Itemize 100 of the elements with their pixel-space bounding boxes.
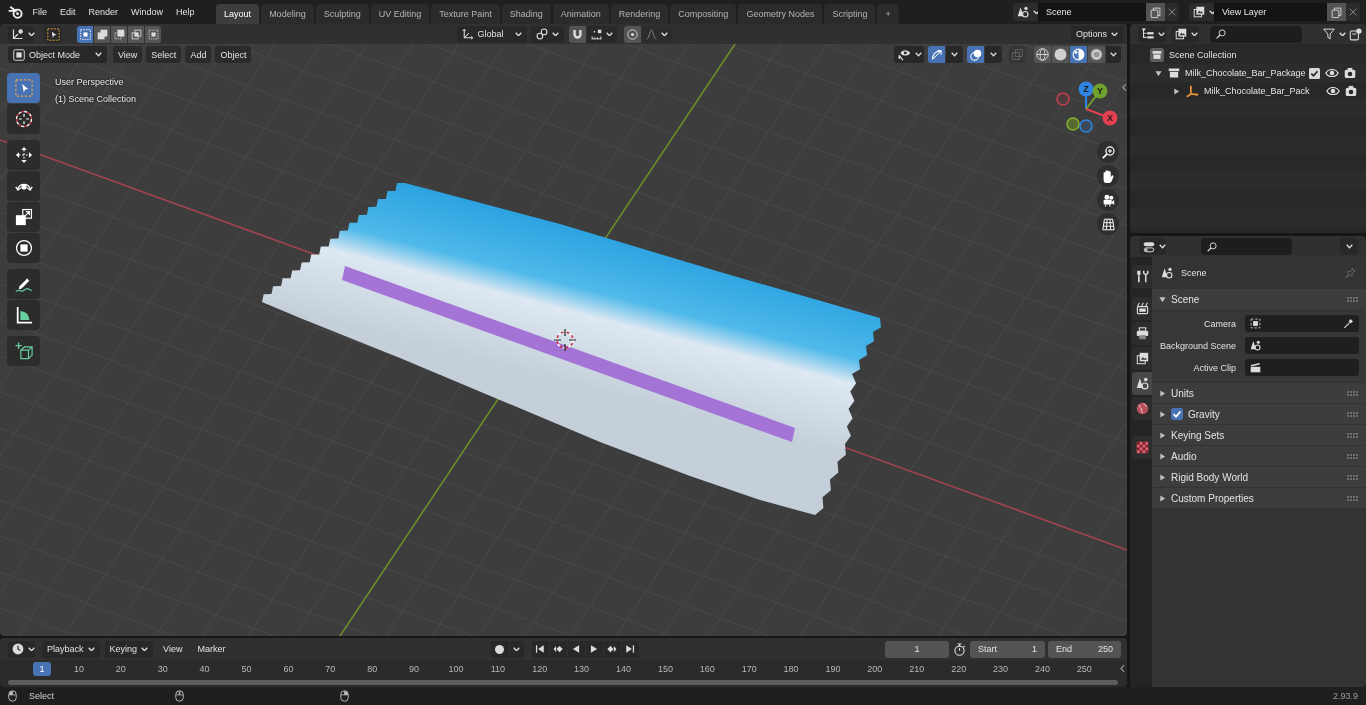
menu-dropdown[interactable]: Keying (104, 640, 154, 658)
play-button[interactable] (585, 640, 603, 658)
output-tab[interactable] (1132, 322, 1152, 345)
disclosure-triangle-icon[interactable] (1172, 87, 1180, 95)
falloff-dropdown[interactable] (641, 25, 672, 43)
scene-tab[interactable] (1132, 372, 1152, 395)
eye-icon[interactable] (1325, 68, 1339, 78)
checkbox[interactable] (1171, 408, 1183, 420)
gizmo-dropdown[interactable] (946, 46, 963, 63)
panel-header[interactable]: Rigid Body World (1152, 467, 1366, 487)
jump-to-start-button[interactable] (531, 640, 549, 658)
scene-browse-dropdown[interactable] (1013, 3, 1038, 21)
options-dropdown[interactable]: Options (1070, 25, 1123, 43)
remove-scene-button[interactable] (1165, 3, 1179, 21)
menu-item[interactable]: Help (169, 4, 202, 20)
negative-x-handle[interactable] (1056, 92, 1070, 106)
view-layer-name-field[interactable]: View Layer (1214, 3, 1327, 21)
overlays-toggle[interactable] (967, 46, 984, 63)
negative-z-handle[interactable] (1079, 119, 1093, 133)
editor-type-dropdown[interactable] (1138, 25, 1166, 43)
scene-name-field[interactable]: Scene (1038, 3, 1146, 21)
gizmo-toggle[interactable] (928, 46, 945, 63)
camera-view-button[interactable] (1097, 189, 1119, 211)
transform-tool[interactable] (7, 233, 40, 263)
new-view-layer-button[interactable] (1327, 3, 1346, 21)
timeline-scrollbar[interactable] (8, 679, 1118, 685)
panel-header[interactable]: Units (1152, 383, 1366, 403)
render-tab[interactable] (1132, 297, 1152, 320)
editor-type-dropdown[interactable] (8, 25, 34, 43)
eye-icon[interactable] (1325, 86, 1340, 96)
wireframe-shading-button[interactable] (1034, 46, 1051, 63)
start-frame-field[interactable]: Start 1 (970, 640, 1045, 658)
solid-shading-button[interactable] (1052, 46, 1069, 63)
select-tool-button[interactable] (44, 25, 62, 43)
menu-item[interactable]: File (26, 4, 54, 20)
overlays-dropdown[interactable] (985, 46, 1002, 63)
texture-tab[interactable] (1132, 436, 1152, 459)
selectability-dropdown[interactable] (894, 46, 924, 63)
zoom-button[interactable] (1097, 141, 1119, 163)
select-mode-button[interactable] (111, 25, 127, 43)
play-reverse-button[interactable] (567, 640, 585, 658)
remove-view-layer-button[interactable] (1346, 3, 1360, 21)
new-scene-button[interactable] (1146, 3, 1165, 21)
camera-field[interactable] (1245, 315, 1359, 332)
snap-target-dropdown[interactable] (586, 25, 617, 43)
menu-button[interactable]: Object (215, 46, 252, 63)
tool-tab[interactable] (1132, 265, 1152, 288)
add-cube-tool[interactable] (7, 336, 40, 366)
select-mode-button[interactable] (77, 25, 93, 43)
workspace-tab[interactable]: Shading (501, 4, 551, 24)
menu-item[interactable]: Edit (53, 4, 83, 20)
cursor-tool[interactable] (7, 104, 40, 134)
camera-icon[interactable] (1344, 85, 1357, 97)
camera-icon[interactable] (1344, 67, 1356, 79)
xray-toggle[interactable] (1009, 46, 1026, 63)
panel-header[interactable]: Audio (1152, 446, 1366, 466)
search-field[interactable] (1210, 25, 1302, 43)
rotate-tool[interactable] (7, 171, 40, 201)
workspace-tab[interactable]: Modeling (261, 4, 314, 24)
workspace-tab[interactable]: Rendering (610, 4, 669, 24)
display-mode-dropdown[interactable] (1171, 25, 1199, 43)
clip-field[interactable] (1245, 359, 1359, 376)
material-shading-button[interactable] (1070, 46, 1087, 63)
jump-to-end-button[interactable] (621, 640, 639, 658)
snapping-toggle[interactable] (568, 25, 586, 43)
view-layer-browse-dropdown[interactable] (1189, 3, 1214, 21)
scale-tool[interactable] (7, 202, 40, 232)
end-frame-field[interactable]: End 250 (1048, 640, 1121, 658)
menu-item[interactable]: Render (82, 4, 125, 20)
menu-dropdown[interactable]: Playback (42, 640, 100, 658)
background-scene-field[interactable] (1245, 337, 1359, 354)
outliner-item[interactable]: Scene Collection (1169, 50, 1237, 60)
editor-type-dropdown[interactable] (1139, 238, 1166, 255)
negative-y-handle[interactable] (1066, 117, 1080, 131)
previous-keyframe-button[interactable] (549, 640, 567, 658)
pan-button[interactable] (1097, 165, 1119, 187)
panel-header[interactable]: Scene (1152, 289, 1366, 309)
pivot-dropdown[interactable] (530, 25, 564, 43)
menu-item[interactable]: Marker (192, 644, 231, 654)
menu-item[interactable]: View (158, 644, 188, 654)
menu-button[interactable]: View (113, 46, 143, 63)
sidebar-toggle[interactable] (1120, 664, 1125, 673)
orientation-dropdown[interactable]: Global (456, 25, 527, 43)
record-button[interactable] (490, 640, 509, 658)
perspective-toggle-button[interactable] (1097, 213, 1119, 235)
workspace-tab[interactable]: Layout (216, 4, 260, 24)
new-collection-icon[interactable] (1349, 27, 1362, 41)
mode-dropdown[interactable]: Object Mode (8, 46, 107, 63)
proportional-editing-toggle[interactable] (623, 25, 641, 43)
outliner-item[interactable]: Milk_Chocolate_Bar_Pack (1204, 86, 1310, 96)
select-mode-button[interactable] (128, 25, 144, 43)
dropdown-button[interactable] (1340, 238, 1358, 255)
add-workspace-tab[interactable]: + (877, 4, 899, 24)
panel-header[interactable]: Custom Properties (1152, 488, 1366, 508)
shading-dropdown[interactable] (1106, 46, 1121, 63)
outliner-item[interactable]: Milk_Chocolate_Bar_Package (1185, 68, 1306, 78)
search-field[interactable] (1201, 238, 1292, 255)
disclosure-triangle-icon[interactable] (1154, 69, 1162, 77)
workspace-tab[interactable]: Animation (552, 4, 609, 24)
workspace-tab[interactable]: Sculpting (315, 4, 369, 24)
